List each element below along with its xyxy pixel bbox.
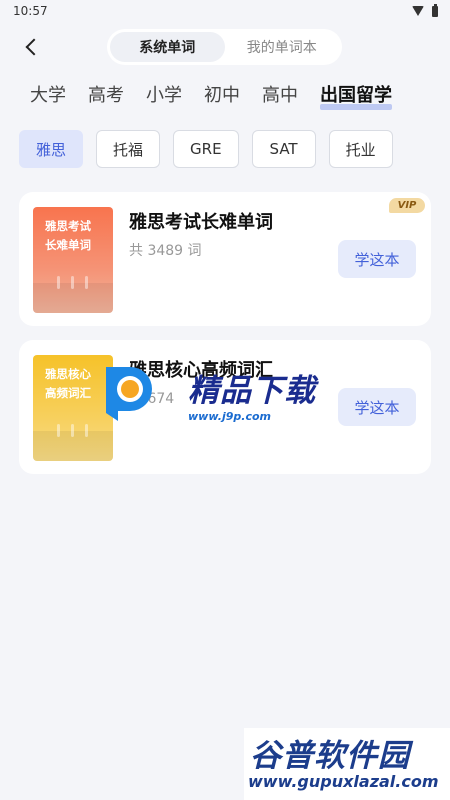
cover-decoration — [57, 424, 88, 437]
learn-book-button[interactable]: 学这本 — [338, 388, 416, 426]
chip-ielts[interactable]: 雅思 — [19, 130, 84, 168]
book-cover: 雅思考试 长难单词 — [33, 207, 113, 313]
chip-toeic[interactable]: 托业 — [328, 130, 393, 168]
book-cover: 雅思核心 高频词汇 — [33, 355, 113, 461]
learn-book-button[interactable]: 学这本 — [338, 240, 416, 278]
level-tab-university[interactable]: 大学 — [30, 82, 66, 112]
wifi-icon — [412, 6, 424, 16]
exam-chips: 雅思 托福 GRE SAT 托业 — [19, 130, 393, 168]
chip-gre[interactable]: GRE — [173, 130, 239, 168]
book-title: 雅思核心高频词汇 — [129, 360, 273, 381]
status-bar: 10:57 — [0, 0, 450, 22]
watermark-gupu: 谷普软件园 www.gupuxlazal.com — [244, 728, 450, 800]
book-word-count: 共 674 — [129, 391, 175, 407]
book-card[interactable]: 雅思核心 高频词汇 雅思核心高频词汇 共 674 学这本 — [19, 340, 431, 474]
chip-sat[interactable]: SAT — [251, 130, 316, 168]
book-title: 雅思考试长难单词 — [129, 212, 273, 233]
tab-my-wordbook[interactable]: 我的单词本 — [225, 32, 340, 62]
level-tab-senior-high[interactable]: 高中 — [262, 82, 298, 112]
level-tab-primary[interactable]: 小学 — [146, 82, 182, 112]
level-tab-junior-high[interactable]: 初中 — [204, 82, 240, 112]
book-cover-subtitle: 高频词汇 — [45, 386, 91, 400]
book-word-count: 共 3489 词 — [129, 243, 202, 259]
book-cover-subtitle: 长难单词 — [45, 238, 91, 252]
cover-decoration — [57, 276, 88, 289]
back-arrow-icon[interactable] — [22, 36, 42, 58]
top-nav: 系统单词 我的单词本 — [0, 28, 450, 68]
tab-system-words[interactable]: 系统单词 — [110, 32, 225, 62]
book-cover-title: 雅思核心 — [45, 367, 91, 381]
chip-toefl[interactable]: 托福 — [96, 130, 161, 168]
book-card[interactable]: 雅思考试 长难单词 雅思考试长难单词 共 3489 词 VIP 学这本 — [19, 192, 431, 326]
battery-icon — [432, 3, 438, 17]
vip-badge: VIP — [389, 198, 425, 213]
word-source-segmented-control: 系统单词 我的单词本 — [107, 29, 342, 65]
watermark-url: www.gupuxlazal.com — [248, 772, 439, 791]
watermark-title: 谷普软件园 — [250, 738, 410, 774]
level-tab-gaokao[interactable]: 高考 — [88, 82, 124, 112]
level-tabs: 大学 高考 小学 初中 高中 出国留学 — [30, 82, 414, 112]
status-time: 10:57 — [13, 4, 48, 18]
book-cover-title: 雅思考试 — [45, 219, 91, 233]
status-icons — [412, 3, 438, 17]
level-tab-study-abroad[interactable]: 出国留学 — [320, 82, 392, 112]
